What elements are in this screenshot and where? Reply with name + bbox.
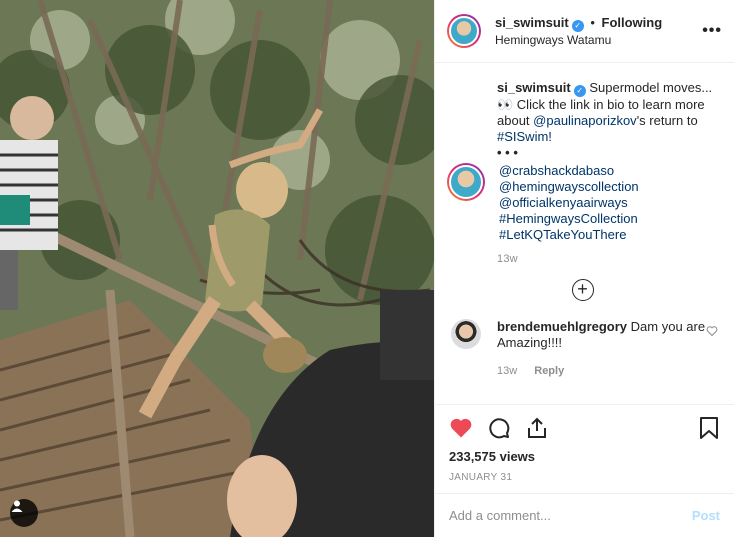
more-options-button[interactable]: ••• [702,22,722,40]
post-media[interactable] [0,0,434,537]
comment-body: brendemuehlgregory Dam you are Amazing!!… [497,319,706,379]
separator-dot: • [590,14,595,30]
tag-item[interactable]: @officialkenyaairways [499,195,639,211]
heart-outline-icon [706,326,718,337]
user-icon [11,500,23,512]
author-info: si_swimsuit ✓ • Following Hemingways Wata… [495,15,702,48]
comment-composer: Post [435,493,734,537]
share-button[interactable] [525,416,549,443]
bookmark-icon [700,416,718,439]
tag-item[interactable]: @crabshackdabaso [499,163,639,179]
verified-badge-icon: ✓ [573,85,586,97]
post-video-frame [0,0,434,537]
tag-block: @crabshackdabaso @hemingwayscollection @… [447,163,718,243]
post-header: si_swimsuit ✓ • Following Hemingways Wata… [435,0,734,63]
save-button[interactable] [698,416,720,443]
following-button[interactable]: Following [602,15,663,30]
caption-avatar[interactable] [447,163,485,201]
author-username[interactable]: si_swimsuit [495,15,569,30]
view-count[interactable]: 233,575 views [449,449,720,464]
like-button[interactable] [449,416,473,443]
comment-item: brendemuehlgregory Dam you are Amazing!!… [447,319,718,379]
load-more-comments[interactable]: + [447,279,718,301]
ellipsis-icon: ••• [702,22,722,39]
comment-like-button[interactable] [706,325,718,379]
reply-button[interactable]: Reply [534,365,564,377]
caption-username[interactable]: si_swimsuit [497,80,571,95]
comment-input[interactable] [449,508,692,523]
share-upload-icon [528,417,546,438]
caption-dots: • • • [497,145,518,160]
comment-username[interactable]: brendemuehlgregory [497,319,627,334]
location-link[interactable]: Hemingways Watamu [495,32,702,48]
tag-item[interactable]: @hemingwayscollection [499,179,639,195]
caption: si_swimsuit ✓ Supermodel moves... 👀 Click… [497,80,718,161]
caption-hashtag[interactable]: #SISwim! [497,129,552,144]
tagged-users-button[interactable] [10,499,38,527]
commenter-avatar[interactable] [451,319,481,349]
author-avatar[interactable] [447,14,481,48]
tag-list: @crabshackdabaso @hemingwayscollection @… [499,163,639,243]
heart-filled-icon [450,418,472,437]
post-comment-button[interactable]: Post [692,508,720,523]
tag-item[interactable]: #LetKQTakeYouThere [499,227,639,243]
post-date[interactable]: JANUARY 31 [449,472,720,483]
plus-circle-icon: + [571,279,594,301]
post-side-panel: si_swimsuit ✓ • Following Hemingways Wata… [434,0,734,537]
comment-meta: 13w Reply [497,363,706,379]
tag-item[interactable]: #HemingwaysCollection [499,211,639,227]
comment-button[interactable] [487,416,511,443]
comments-area: si_swimsuit ✓ Supermodel moves... 👀 Click… [435,64,734,404]
caption-timestamp[interactable]: 13w [497,253,718,265]
caption-mention[interactable]: @paulinaporizkov [533,113,637,128]
caption-text: si_swimsuit ✓ Supermodel moves... 👀 Click… [497,80,718,145]
action-icons [449,413,720,445]
post-actions: 233,575 views JANUARY 31 [435,404,734,483]
comment-bubble-icon [489,417,510,438]
verified-badge-icon: ✓ [571,19,584,32]
comment-timestamp[interactable]: 13w [497,365,517,377]
caption-text-part2: 's return to [636,113,698,128]
